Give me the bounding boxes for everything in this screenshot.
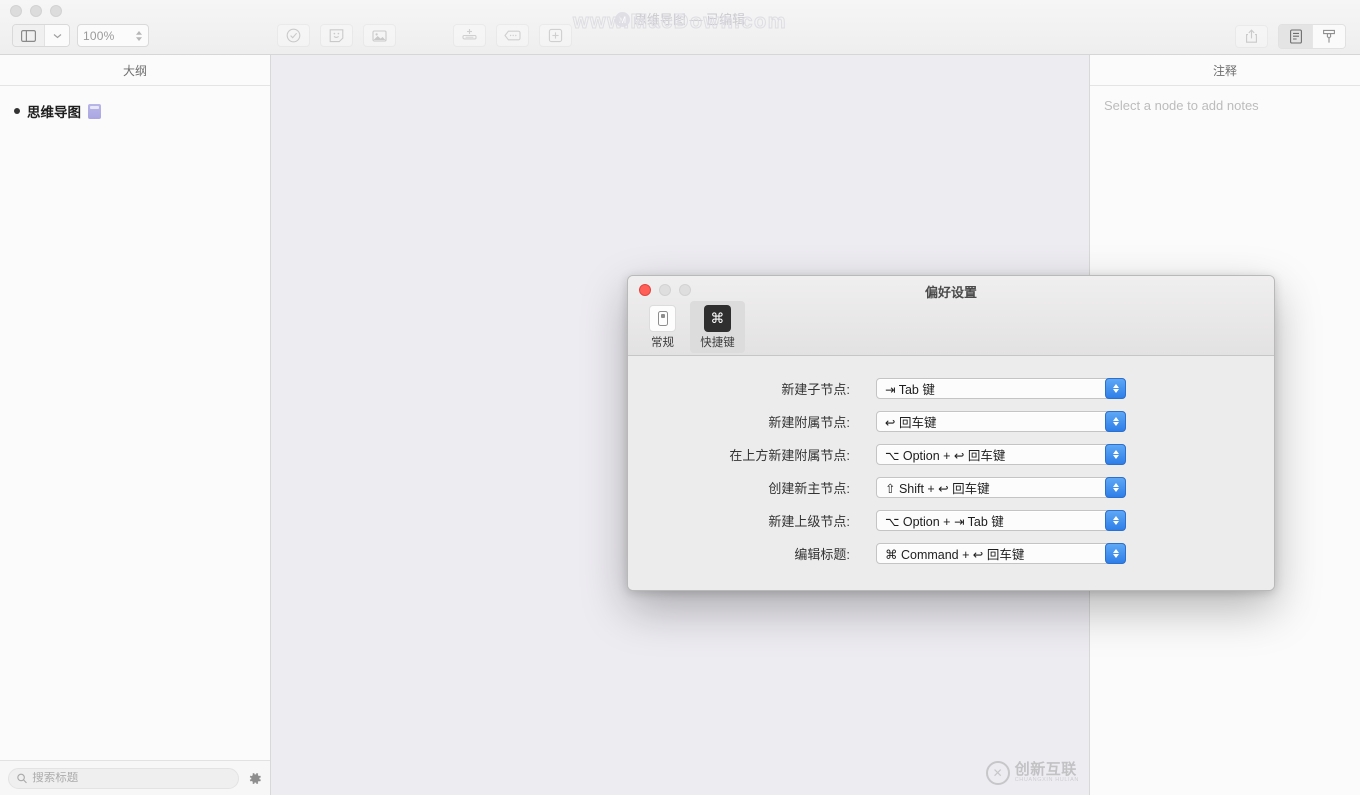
comment-icon[interactable] xyxy=(496,24,529,47)
popup-arrows-icon[interactable] xyxy=(1105,378,1126,399)
popup-arrows-icon[interactable] xyxy=(1105,477,1126,498)
notes-placeholder: Select a node to add notes xyxy=(1104,98,1259,113)
sticker-icon[interactable] xyxy=(320,24,353,47)
toolbar-right-group xyxy=(1235,24,1346,49)
popup-edit-title[interactable]: ⌘ Command + ↩ 回车键 xyxy=(876,543,1126,564)
main-body: 大纲 思维导图 搜索标题 偏好设置 常规 ⌘ 快捷键 新建子节点: ⇥ Tab … xyxy=(0,55,1360,795)
bullet-icon xyxy=(14,108,20,114)
popup-edit-title-value: ⌘ Command + ↩ 回车键 xyxy=(885,548,1025,562)
toolbar: 思维导图 — 已编辑 www.MacDown.com 100% xyxy=(0,0,1360,55)
popup-new-main-value: ⇧ Shift + ↩ 回车键 xyxy=(885,482,990,496)
tab-shortcuts[interactable]: ⌘ 快捷键 xyxy=(690,301,745,353)
sidebar-toggle-group[interactable] xyxy=(12,24,70,47)
notes-body[interactable]: Select a node to add notes xyxy=(1090,86,1360,125)
window-title: 思维导图 — 已编辑 xyxy=(633,12,746,27)
zoom-value: 100% xyxy=(83,28,115,43)
share-icon[interactable] xyxy=(1235,25,1268,48)
format-brush-icon[interactable] xyxy=(1312,25,1345,48)
pref-label-new-parent: 新建上级节点: xyxy=(768,514,850,529)
plus-box-icon[interactable] xyxy=(539,24,572,47)
zoom-stepper[interactable]: 100% xyxy=(77,24,149,47)
pref-row-new-parent: 新建上级节点: ⌥ Option + ⇥ Tab 键 xyxy=(628,510,1274,531)
popup-new-parent-value: ⌥ Option + ⇥ Tab 键 xyxy=(885,515,1004,529)
dialog-title: 偏好设置 xyxy=(924,285,977,300)
pref-label-new-sibling-above: 在上方新建附属节点: xyxy=(729,448,850,463)
pref-label-new-sibling: 新建附属节点: xyxy=(768,415,850,430)
search-input[interactable] xyxy=(32,772,230,784)
popup-new-sibling-above-value: ⌥ Option + ↩ 回车键 xyxy=(885,449,1006,463)
pref-row-new-child: 新建子节点: ⇥ Tab 键 xyxy=(628,378,1274,399)
tab-general[interactable]: 常规 xyxy=(635,301,690,353)
pref-label-new-main: 创建新主节点: xyxy=(768,481,850,496)
window-maximize-button[interactable] xyxy=(50,5,62,17)
popup-arrows-icon[interactable] xyxy=(1105,543,1126,564)
notes-header: 注释 xyxy=(1090,55,1360,86)
pref-row-new-sibling: 新建附属节点: ↩ 回车键 xyxy=(628,411,1274,432)
app-window: 思维导图 — 已编辑 www.MacDown.com 100% xyxy=(0,0,1360,795)
sidebar-toggle-button[interactable] xyxy=(13,25,44,46)
popup-new-sibling-value: ↩ 回车键 xyxy=(885,416,937,430)
watermark-top: www.MacDown.com xyxy=(572,11,787,34)
popup-arrows-icon[interactable] xyxy=(1105,510,1126,531)
app-logo-icon xyxy=(614,12,630,27)
tab-shortcuts-label: 快捷键 xyxy=(700,337,735,349)
pref-row-edit-title: 编辑标题: ⌘ Command + ↩ 回车键 xyxy=(628,543,1274,564)
notes-icon[interactable] xyxy=(1279,25,1312,48)
popup-new-parent[interactable]: ⌥ Option + ⇥ Tab 键 xyxy=(876,510,1126,531)
zoom-stepper-arrows[interactable] xyxy=(135,30,143,42)
pref-row-new-sibling-above: 在上方新建附属节点: ⌥ Option + ↩ 回车键 xyxy=(628,444,1274,465)
watermark-logo-icon: ✕ xyxy=(985,761,1010,785)
command-key-icon: ⌘ xyxy=(704,305,731,332)
popup-new-sibling[interactable]: ↩ 回车键 xyxy=(876,411,1126,432)
outline-item-root[interactable]: 思维导图 xyxy=(0,98,270,124)
window-title-group: 思维导图 — 已编辑 xyxy=(0,9,1360,28)
popup-new-child-value: ⇥ Tab 键 xyxy=(885,383,935,397)
dialog-titlebar: 偏好设置 常规 ⌘ 快捷键 xyxy=(628,276,1274,356)
dialog-tab-bar: 常规 ⌘ 快捷键 xyxy=(635,301,745,353)
window-traffic-lights xyxy=(10,5,62,17)
watermark-en: CHUANGXIN HULIAN xyxy=(1014,776,1079,783)
shortcuts-pane: 新建子节点: ⇥ Tab 键 新建附属节点: ↩ 回车键 在上方新建附属节点: … xyxy=(628,356,1274,590)
watermark-text: 创新互联 CHUANGXIN HULIAN xyxy=(1015,762,1079,784)
preferences-dialog: 偏好设置 常规 ⌘ 快捷键 新建子节点: ⇥ Tab 键 新建附属节点: ↩ 回… xyxy=(627,275,1275,591)
node-emoji-icon xyxy=(88,103,101,119)
image-icon[interactable] xyxy=(363,24,396,47)
tab-general-label: 常规 xyxy=(651,337,674,349)
search-icon xyxy=(17,773,27,783)
outline-header: 大纲 xyxy=(0,55,270,86)
pref-label-new-child: 新建子节点: xyxy=(781,382,850,397)
popup-new-child[interactable]: ⇥ Tab 键 xyxy=(876,378,1126,399)
popup-arrows-icon[interactable] xyxy=(1105,411,1126,432)
sidebar-options-chevron[interactable] xyxy=(44,25,69,46)
switch-panel-icon xyxy=(649,305,676,332)
gear-icon[interactable] xyxy=(247,771,262,786)
pref-label-edit-title: 编辑标题: xyxy=(794,547,850,562)
toolbar-left-group: 100% xyxy=(12,24,149,47)
sidebar-footer xyxy=(0,760,270,795)
toolbar-insert-group xyxy=(277,24,396,47)
mindmap-canvas[interactable]: 偏好设置 常规 ⌘ 快捷键 新建子节点: ⇥ Tab 键 新建附属节点: ↩ 回… xyxy=(271,55,1275,795)
watermark-bottom-right: ✕ 创新互联 CHUANGXIN HULIAN xyxy=(985,761,1079,785)
window-minimize-button[interactable] xyxy=(30,5,42,17)
popup-new-sibling-above[interactable]: ⌥ Option + ↩ 回车键 xyxy=(876,444,1126,465)
watermark-cn: 创新互联 xyxy=(1014,761,1077,779)
search-field[interactable] xyxy=(8,767,239,789)
popup-new-main[interactable]: ⇧ Shift + ↩ 回车键 xyxy=(876,477,1126,498)
pref-row-new-main: 创建新主节点: ⇧ Shift + ↩ 回车键 xyxy=(628,477,1274,498)
inspector-toggle-group xyxy=(1278,24,1346,49)
outline-sidebar: 大纲 思维导图 xyxy=(0,55,271,795)
popup-arrows-icon[interactable] xyxy=(1105,444,1126,465)
add-node-icon[interactable] xyxy=(453,24,486,47)
outline-list: 思维导图 xyxy=(0,86,270,760)
toolbar-node-group xyxy=(453,24,572,47)
window-close-button[interactable] xyxy=(10,5,22,17)
check-circle-icon[interactable] xyxy=(277,24,310,47)
outline-item-label: 思维导图 xyxy=(27,105,81,120)
